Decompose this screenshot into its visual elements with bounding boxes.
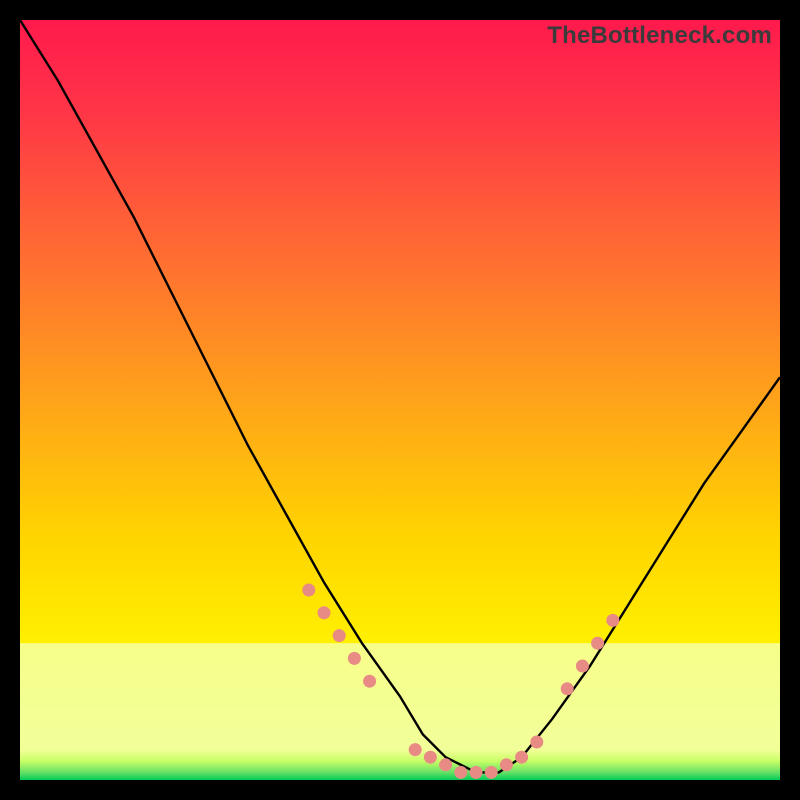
highlight-dot bbox=[470, 766, 483, 779]
highlight-dot bbox=[454, 766, 467, 779]
highlight-dot bbox=[500, 758, 513, 771]
highlight-dot bbox=[576, 660, 589, 673]
highlight-dot bbox=[363, 675, 376, 688]
highlight-dot bbox=[333, 629, 346, 642]
highlight-dot bbox=[561, 682, 574, 695]
highlight-dot bbox=[318, 606, 331, 619]
highlight-dot bbox=[485, 766, 498, 779]
highlight-dot bbox=[424, 751, 437, 764]
highlight-dot bbox=[409, 743, 422, 756]
chart-frame: TheBottleneck.com bbox=[20, 20, 780, 780]
highlight-dot bbox=[591, 637, 604, 650]
highlight-dot bbox=[515, 751, 528, 764]
chart-svg bbox=[20, 20, 780, 780]
highlight-dot bbox=[606, 614, 619, 627]
highlight-dot bbox=[348, 652, 361, 665]
watermark-text: TheBottleneck.com bbox=[547, 22, 772, 50]
highlight-dot bbox=[439, 758, 452, 771]
highlight-dot bbox=[530, 736, 543, 749]
gradient-background bbox=[20, 20, 780, 780]
highlight-dot bbox=[302, 584, 315, 597]
